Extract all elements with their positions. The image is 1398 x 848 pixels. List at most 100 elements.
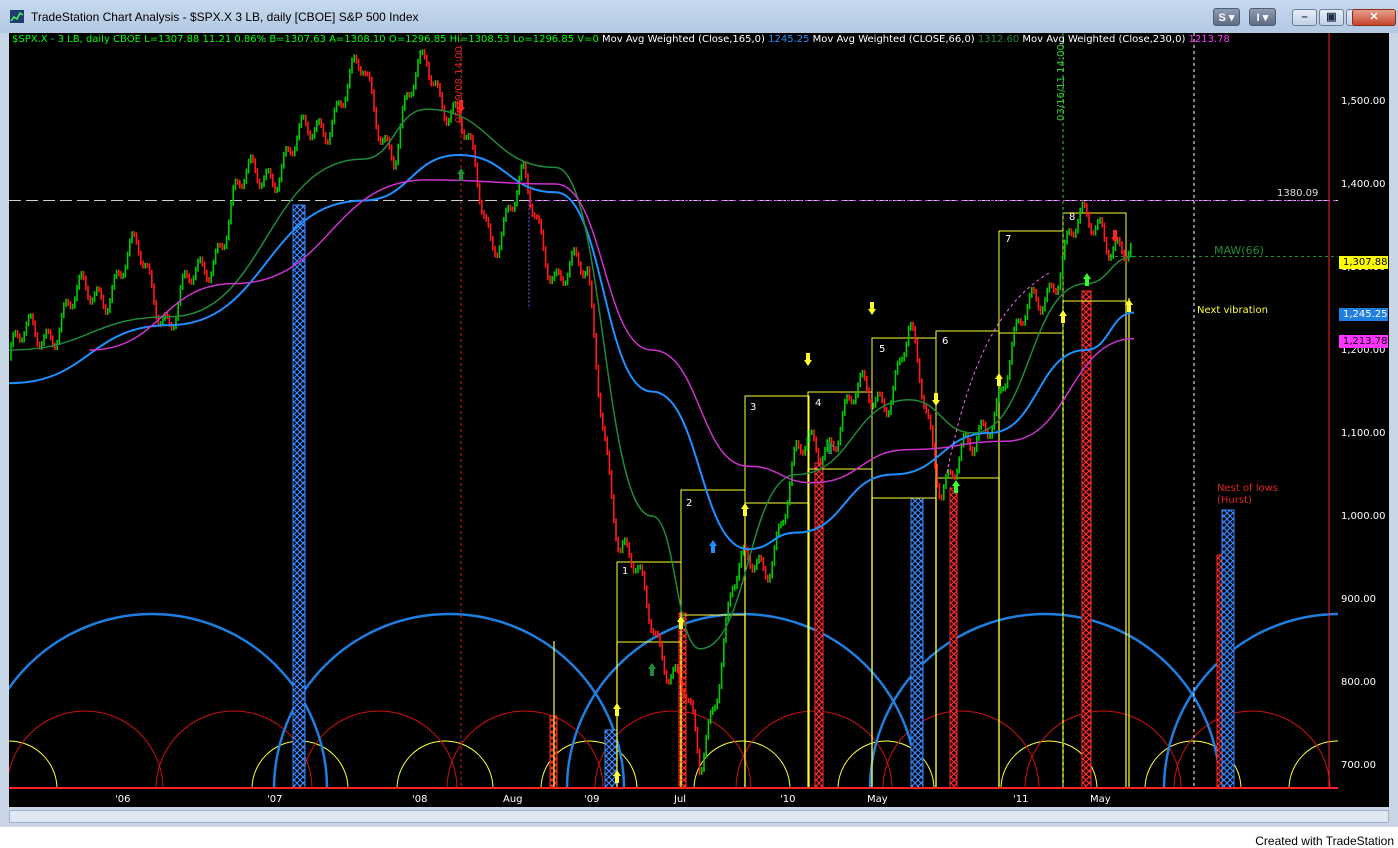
maw66-label: MAW(66)	[1214, 244, 1264, 257]
vibration-boxes-layer	[553, 212, 1130, 789]
app-window: TradeStation Chart Analysis - $SPX.X 3 L…	[0, 0, 1398, 848]
cycle-low-column	[1221, 509, 1235, 789]
cycle-columns-layer	[292, 204, 1235, 789]
red-cycle-arc	[1024, 710, 1182, 789]
window-title: TradeStation Chart Analysis - $SPX.X 3 L…	[31, 10, 419, 24]
chart-info-line: $SPX.X - 3 LB, daily CBOE L=1307.88 11.2…	[12, 34, 1230, 45]
price-tick: 1,100.00	[1341, 428, 1386, 439]
window-border-right	[1389, 33, 1398, 807]
blue-cycle-arc	[9, 612, 329, 789]
up-arrow-icon	[648, 663, 656, 676]
red-cycle-arc	[882, 710, 1040, 789]
cycle-low-column	[292, 204, 306, 789]
time-label: May	[867, 794, 888, 805]
ma230-value: 1213.78	[1188, 34, 1230, 45]
signal-arrows-layer	[457, 100, 1133, 783]
credit-text: Created with TradeStation	[1255, 834, 1394, 848]
red-cycle-arc	[1173, 710, 1331, 789]
ma66-label: Mov Avg Weighted (CLOSE,66,0)	[809, 34, 978, 45]
ma165-value: 1245.25	[768, 34, 810, 45]
time-label: May	[1090, 794, 1111, 805]
box-number-4: 4	[815, 398, 822, 409]
red-cycle-arc	[155, 710, 313, 789]
price-tick: 900.00	[1341, 594, 1376, 605]
blue-cycle-arc	[565, 612, 919, 789]
date-marker-left: 05/19/08 14:00	[454, 46, 465, 123]
vibration-box	[935, 330, 1000, 479]
down-arrow-icon	[868, 302, 876, 315]
time-label: '06	[115, 794, 131, 805]
price-bars-layer	[10, 49, 1132, 775]
up-arrow-icon	[613, 703, 621, 716]
cycle-low-column	[678, 612, 687, 789]
next-vibration-label: Next vibration	[1197, 305, 1268, 316]
price-tick: 800.00	[1341, 677, 1376, 688]
up-arrow-icon	[1059, 310, 1067, 323]
price-tick: 1,400.00	[1341, 179, 1386, 190]
ma230-label: Mov Avg Weighted (Close,230,0)	[1019, 34, 1189, 45]
red-cycle-arc	[735, 710, 893, 789]
yellow-cycle-arc	[1288, 740, 1338, 789]
cycle-low-column	[814, 462, 824, 789]
last-price-badge: 1,307.88	[1339, 256, 1388, 269]
price-axis[interactable]	[1338, 33, 1389, 789]
yellow-cycle-arc	[693, 740, 791, 789]
time-label: '11	[1013, 794, 1029, 805]
box-number-5: 5	[879, 344, 886, 355]
cycle-arcs-layer	[9, 612, 1338, 789]
hurst-label: (Hurst)	[1217, 495, 1252, 506]
blue-cycle-arc	[272, 612, 626, 789]
cycle-low-column	[949, 487, 958, 789]
time-label: Jul	[674, 794, 687, 805]
box-number-1: 1	[622, 566, 629, 577]
blue-cycle-arc	[1162, 612, 1338, 789]
minimize-button[interactable]: –	[1292, 9, 1317, 26]
time-label: '09	[584, 794, 600, 805]
nest-of-lows-label: Nest of lows	[1217, 483, 1279, 494]
time-label: '10	[780, 794, 796, 805]
window-border-left	[0, 33, 9, 807]
cycle-low-column	[910, 497, 924, 789]
box-number-2: 2	[686, 498, 693, 509]
ma165-price-badge: 1,245.25	[1339, 308, 1388, 321]
time-axis[interactable]	[9, 789, 1389, 807]
level-1380-label: 1380.09	[1277, 188, 1319, 199]
symbol-quote-text: $SPX.X - 3 LB, daily CBOE L=1307.88 11.2…	[12, 34, 599, 45]
red-cycle-arc	[300, 710, 458, 789]
price-tick: 1,000.00	[1341, 511, 1386, 522]
symbol-link-i-button[interactable]: I ▾	[1249, 8, 1276, 26]
up-arrow-icon	[995, 373, 1003, 386]
price-tick: 700.00	[1341, 760, 1376, 771]
ma165-label: Mov Avg Weighted (Close,165,0)	[598, 34, 769, 45]
moving-averages-layer	[9, 108, 1135, 650]
up-arrow-icon	[709, 540, 717, 553]
time-label: '08	[412, 794, 428, 805]
price-tick: 1,500.00	[1341, 96, 1386, 107]
down-arrow-icon	[932, 393, 940, 406]
ma66-line	[9, 108, 1135, 650]
up-arrow-icon	[457, 168, 465, 181]
box-number-8: 8	[1069, 212, 1076, 223]
down-arrow-icon	[804, 353, 812, 366]
chart-app-icon	[10, 10, 24, 23]
ma230-price-badge: 1,213.78	[1339, 335, 1388, 348]
yellow-cycle-arc	[9, 740, 58, 789]
price-chart-svg[interactable]	[9, 33, 1338, 789]
title-bar[interactable]: TradeStation Chart Analysis - $SPX.X 3 L…	[0, 0, 1398, 33]
envelope-curve	[946, 272, 1050, 474]
symbol-link-s-button[interactable]: S ▾	[1213, 8, 1240, 26]
chart-plot-area[interactable]: $SPX.X - 3 LB, daily CBOE L=1307.88 11.2…	[9, 33, 1338, 789]
vibration-box	[998, 230, 1064, 334]
box-number-3: 3	[750, 402, 757, 413]
time-label: '07	[267, 794, 283, 805]
red-cycle-arc	[9, 710, 164, 789]
close-button[interactable]: ✕	[1352, 9, 1396, 26]
restore-button[interactable]: ▣	[1319, 9, 1344, 26]
box-number-6: 6	[942, 336, 949, 347]
date-marker-right: 03/16/11 14:00	[1056, 44, 1067, 121]
ma66-value: 1312.60	[977, 34, 1020, 45]
up-arrow-icon	[741, 503, 749, 516]
box-number-7: 7	[1005, 234, 1012, 245]
ma165-line	[9, 153, 1135, 551]
horizontal-scrollbar[interactable]	[9, 810, 1389, 823]
